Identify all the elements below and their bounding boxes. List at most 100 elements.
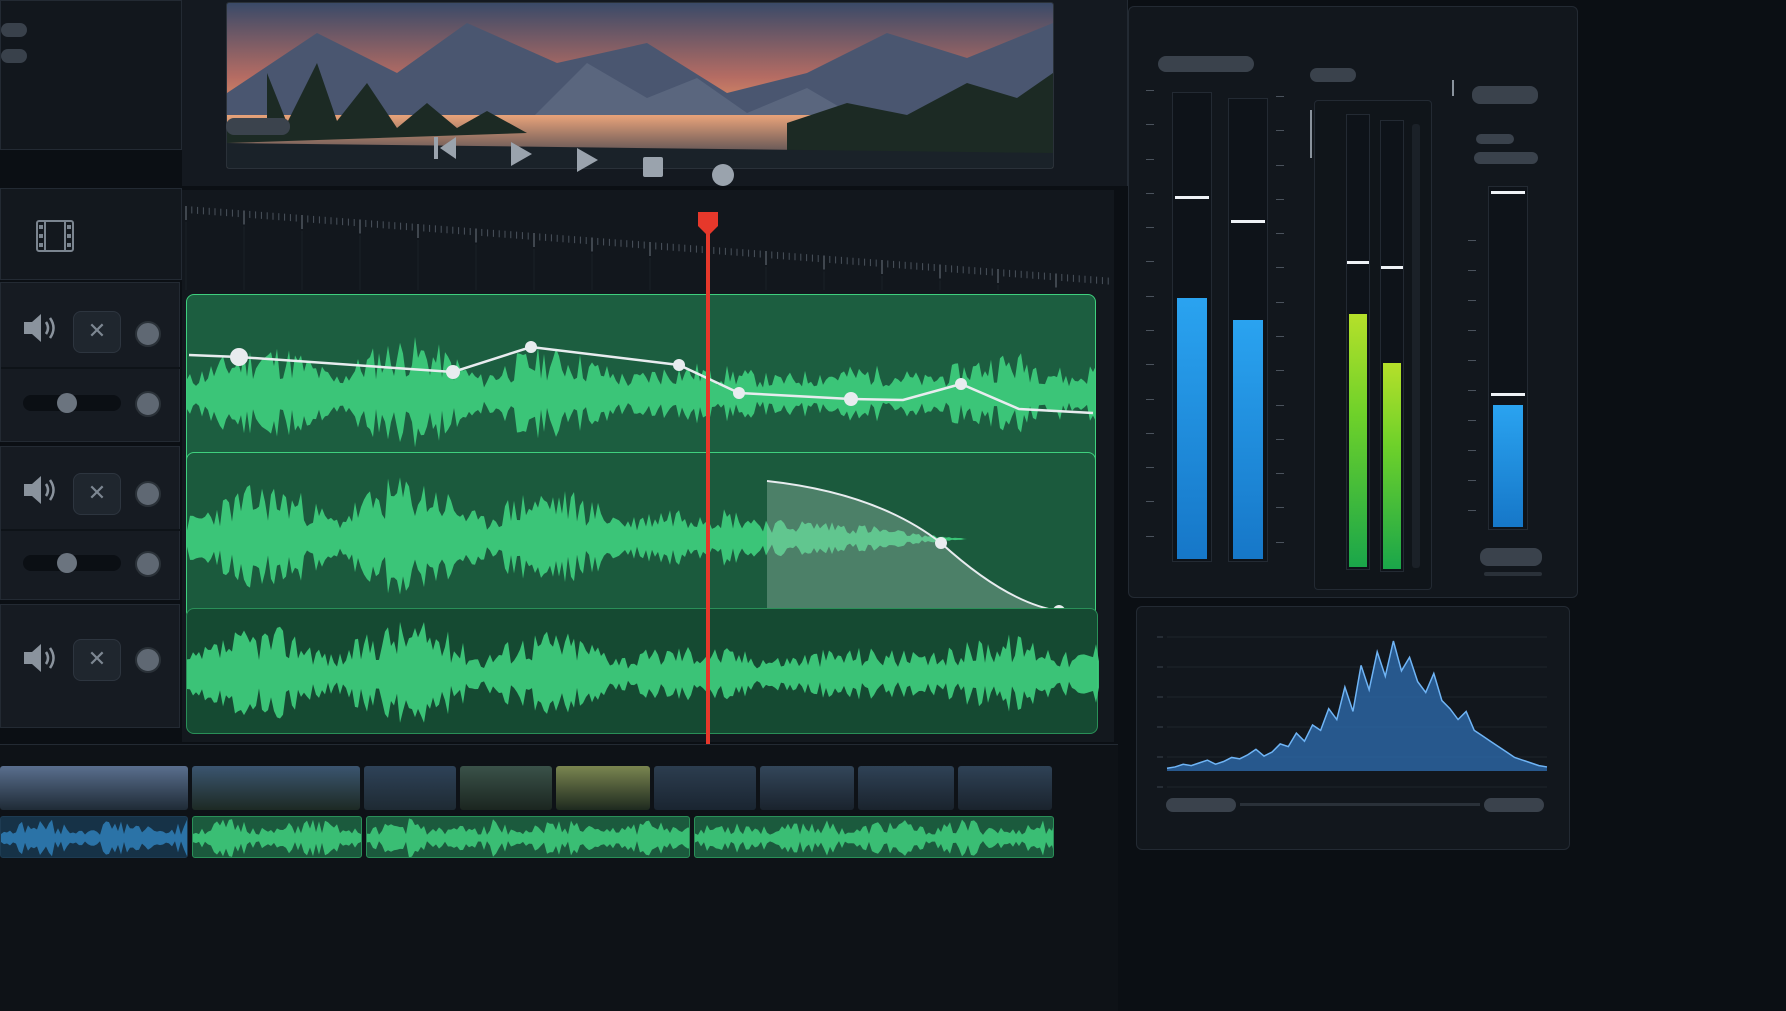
meters-label-handle[interactable] <box>1474 152 1538 164</box>
waveform-shape <box>187 336 1096 448</box>
playhead[interactable] <box>706 212 710 762</box>
audio-clip-3[interactable] <box>186 608 1099 734</box>
db-tick <box>1276 405 1284 406</box>
mute-button[interactable]: ✕ <box>73 311 121 353</box>
audio-thumbnail[interactable] <box>0 816 188 858</box>
play-alt-button[interactable] <box>572 144 602 176</box>
automation-point <box>844 392 858 406</box>
meter-fill <box>1383 363 1401 569</box>
speaker-icon[interactable] <box>21 473 61 507</box>
spectrum-right-handle[interactable] <box>1484 798 1544 812</box>
skip-back-button[interactable] <box>430 132 462 164</box>
track-header-3: ✕ <box>0 604 180 728</box>
track-divider <box>1 367 181 369</box>
pan-knob[interactable] <box>135 551 161 577</box>
track-header-2: ✕ <box>0 446 181 600</box>
speaker-icon[interactable] <box>21 311 61 345</box>
solo-knob[interactable] <box>135 647 161 673</box>
meters-label-handle[interactable] <box>1158 56 1254 72</box>
db-tick <box>1276 507 1284 508</box>
meter-top-cap <box>1491 191 1525 194</box>
db-tick <box>1146 330 1154 331</box>
audio-thumbnail[interactable] <box>366 816 690 858</box>
db-tick <box>1276 199 1284 200</box>
video-thumbnail[interactable] <box>958 766 1052 810</box>
meter-fill <box>1177 298 1207 559</box>
preview-handle[interactable] <box>226 118 290 135</box>
waveform-2 <box>187 477 1096 621</box>
video-thumbnail[interactable] <box>654 766 756 810</box>
mini-waveform-shape <box>193 819 361 857</box>
audio-thumbnail[interactable] <box>694 816 1054 858</box>
spectrum-scroll-track[interactable] <box>1240 803 1480 806</box>
volume-slider-thumb[interactable] <box>57 393 77 413</box>
playhead-handle-icon[interactable] <box>696 210 720 238</box>
db-tick <box>1146 296 1154 297</box>
meter-peak <box>1347 261 1369 264</box>
meters-label-handle[interactable] <box>1310 68 1356 82</box>
play-icon <box>511 142 532 166</box>
master-label-handle[interactable] <box>1480 548 1542 566</box>
db-tick <box>1276 267 1284 268</box>
panel-handle[interactable] <box>1 49 27 63</box>
db-tick <box>1276 130 1284 131</box>
audio-thumbnail[interactable] <box>192 816 362 858</box>
db-tick <box>1468 390 1476 391</box>
video-thumbnail[interactable] <box>460 766 552 810</box>
automation-point <box>733 387 745 399</box>
film-strip-icon[interactable] <box>35 219 75 253</box>
pan-knob[interactable] <box>135 391 161 417</box>
solo-knob[interactable] <box>135 481 161 507</box>
ruler-ticks <box>185 206 1109 290</box>
track-divider <box>1 529 181 531</box>
db-tick <box>1146 364 1154 365</box>
meter-right-2 <box>1380 120 1404 572</box>
automation-point <box>673 359 685 371</box>
meter-peak <box>1175 196 1209 199</box>
play-icon <box>577 148 598 172</box>
fade-region <box>767 481 1059 621</box>
mini-waveform <box>1 819 187 857</box>
audio-thumbnails[interactable] <box>0 816 1056 858</box>
db-tick <box>1468 330 1476 331</box>
video-thumbnail[interactable] <box>760 766 854 810</box>
solo-knob[interactable] <box>135 321 161 347</box>
db-tick <box>1468 480 1476 481</box>
db-tick <box>1146 501 1154 502</box>
db-tick <box>1146 261 1154 262</box>
video-thumbnail[interactable] <box>364 766 456 810</box>
meters-label-handle[interactable] <box>1476 134 1514 144</box>
meter-divider <box>1452 80 1454 96</box>
db-tick <box>1276 370 1284 371</box>
panel-handle[interactable] <box>1 23 27 37</box>
video-thumbnail[interactable] <box>858 766 954 810</box>
record-button[interactable] <box>710 162 736 188</box>
automation-point <box>955 378 967 390</box>
meter-peak <box>1381 266 1403 269</box>
spectrum-left-handle[interactable] <box>1166 798 1236 812</box>
video-thumbnail[interactable] <box>0 766 188 810</box>
mini-waveform-shape <box>1 819 187 857</box>
mini-waveform-shape <box>367 818 689 857</box>
mini-waveform <box>367 818 689 857</box>
mute-button[interactable]: ✕ <box>73 639 121 681</box>
audio-clip-2[interactable] <box>186 452 1096 621</box>
mute-button[interactable]: ✕ <box>73 473 121 515</box>
mini-waveform-shape <box>695 819 1053 857</box>
db-tick <box>1276 96 1284 97</box>
db-tick <box>1276 473 1284 474</box>
time-ruler[interactable] <box>182 190 1114 291</box>
speaker-icon[interactable] <box>21 641 61 675</box>
meters-label-handle[interactable] <box>1472 86 1538 104</box>
video-thumbnail[interactable] <box>192 766 360 810</box>
master-underline <box>1484 572 1542 576</box>
video-thumbnail[interactable] <box>556 766 650 810</box>
skip-back-icon <box>434 137 456 159</box>
stop-button[interactable] <box>640 154 666 180</box>
play-button[interactable] <box>506 138 536 170</box>
video-thumbnails[interactable] <box>0 766 1056 810</box>
volume-slider-thumb[interactable] <box>57 553 77 573</box>
fade-point <box>935 537 947 549</box>
db-scale-right <box>1468 240 1482 540</box>
waveform-3 <box>187 621 1099 723</box>
